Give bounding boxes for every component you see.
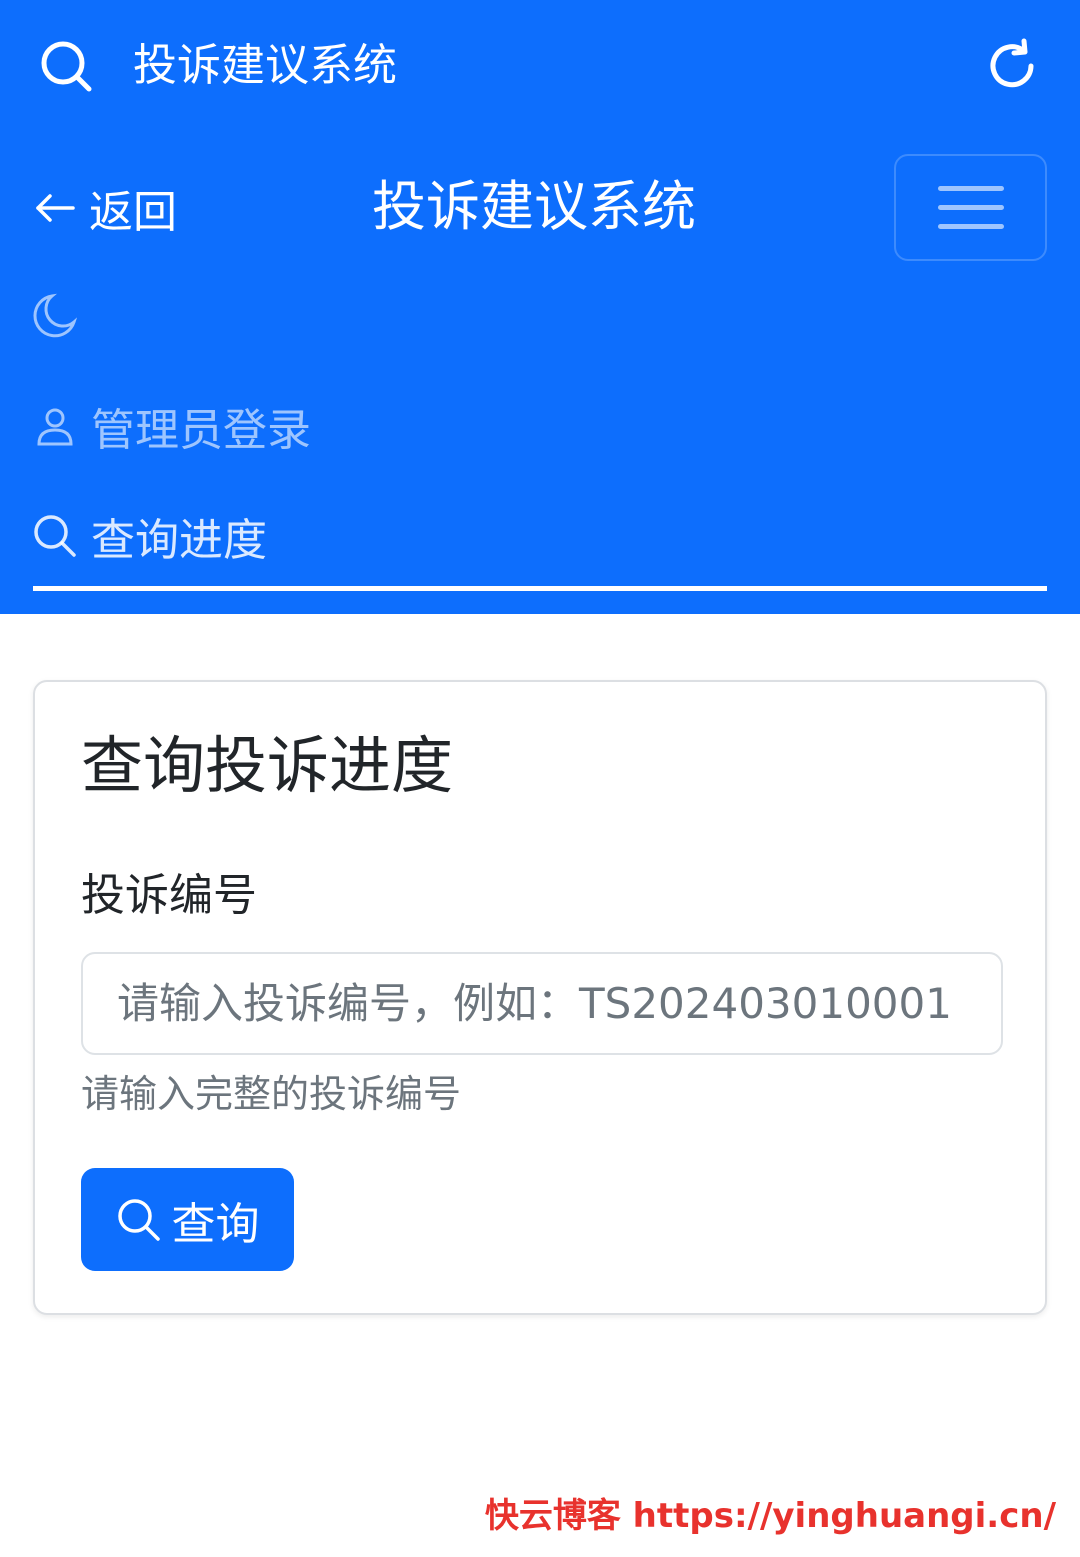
back-link[interactable]: 返回 xyxy=(33,178,177,238)
hamburger-icon-bar xyxy=(937,224,1004,229)
search-icon xyxy=(117,1198,160,1241)
nav-item-label: 管理员登录 xyxy=(91,405,311,456)
top-bar-title: 投诉建议系统 xyxy=(133,40,397,91)
moon-icon[interactable] xyxy=(30,292,78,340)
top-bar: 投诉建议系统 xyxy=(0,0,1080,130)
person-icon xyxy=(37,408,73,446)
search-icon xyxy=(34,515,76,557)
active-nav-indicator xyxy=(33,586,1047,591)
complaint-number-label: 投诉编号 xyxy=(81,870,257,921)
back-link-label: 返回 xyxy=(89,187,177,238)
nav-item-label: 查询进度 xyxy=(91,515,267,566)
query-button[interactable]: 查询 xyxy=(81,1168,294,1271)
refresh-icon[interactable] xyxy=(984,38,1040,94)
complaint-number-help: 请输入完整的投诉编号 xyxy=(81,1072,462,1116)
nav-item-admin-login[interactable]: 管理员登录 xyxy=(33,398,311,456)
navbar-brand[interactable]: 投诉建议系统 xyxy=(372,172,696,242)
query-card: 查询投诉进度 投诉编号 请输入完整的投诉编号 查询 xyxy=(33,680,1047,1315)
arrow-left-icon xyxy=(36,194,75,222)
hamburger-icon-bar xyxy=(937,205,1004,210)
watermark: 快云博客 https://yinghuangi.cn/ xyxy=(484,1496,1056,1536)
query-button-label: 查询 xyxy=(171,1198,260,1250)
search-icon[interactable] xyxy=(38,38,94,94)
app-header: 投诉建议系统 返回 投诉建议系统 管理员登录 查询进度 xyxy=(0,0,1080,614)
complaint-number-input[interactable] xyxy=(81,952,1003,1055)
hamburger-icon-bar xyxy=(937,186,1004,191)
navbar-toggler-button[interactable] xyxy=(894,154,1047,261)
nav-item-query-progress[interactable]: 查询进度 xyxy=(33,508,267,566)
card-title: 查询投诉进度 xyxy=(81,729,454,802)
